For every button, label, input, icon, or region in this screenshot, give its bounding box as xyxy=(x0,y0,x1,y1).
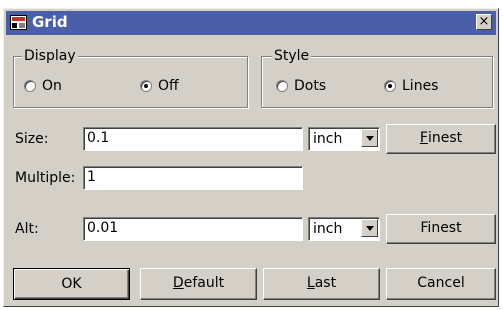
style-legend: Style xyxy=(272,47,312,65)
radio-circle-icon xyxy=(276,80,288,92)
display-off-label: Off xyxy=(158,78,179,94)
display-on-label: On xyxy=(42,78,62,94)
radio-circle-checked-icon xyxy=(140,80,152,92)
size-finest-rest: inest xyxy=(427,130,463,146)
size-finest-button[interactable]: Finest xyxy=(386,124,496,154)
size-finest-mnemonic: F xyxy=(419,130,428,146)
style-dots-radio[interactable]: Dots xyxy=(276,77,326,95)
grid-app-icon xyxy=(10,15,27,30)
last-button[interactable]: Last xyxy=(263,268,380,300)
default-rest: efault xyxy=(183,275,225,291)
title-bar[interactable]: Grid × xyxy=(6,11,496,35)
display-off-radio[interactable]: Off xyxy=(140,77,179,95)
last-rest: ast xyxy=(314,275,337,291)
default-button[interactable]: Default xyxy=(140,268,257,300)
alt-label: Alt: xyxy=(15,221,39,237)
dropdown-arrow-icon[interactable] xyxy=(361,129,378,147)
close-icon[interactable]: × xyxy=(476,14,492,30)
style-lines-radio[interactable]: Lines xyxy=(384,77,438,95)
alt-unit-value: inch xyxy=(313,221,343,237)
multiple-input[interactable]: 1 xyxy=(83,166,303,190)
display-on-radio[interactable]: On xyxy=(24,77,62,95)
alt-finest-button[interactable]: Finest xyxy=(386,214,496,244)
display-legend: Display xyxy=(22,47,78,65)
ok-button[interactable]: OK xyxy=(13,268,130,300)
default-mnemonic: D xyxy=(172,275,184,291)
size-unit-select[interactable]: inch xyxy=(308,127,380,151)
style-group: Style Dots Lines xyxy=(261,47,493,108)
grid-dialog: Grid × Display On Off Style Dots Lines S… xyxy=(3,8,499,307)
last-mnemonic: L xyxy=(306,275,315,291)
multiple-label: Multiple: xyxy=(15,170,76,186)
dialog-title: Grid xyxy=(32,13,68,31)
cancel-button[interactable]: Cancel xyxy=(386,268,496,300)
style-lines-label: Lines xyxy=(402,78,439,94)
size-input[interactable]: 0.1 xyxy=(83,127,303,151)
alt-input[interactable]: 0.01 xyxy=(83,217,303,241)
alt-unit-select[interactable]: inch xyxy=(308,217,380,241)
dropdown-arrow-icon[interactable] xyxy=(361,219,378,237)
size-label: Size: xyxy=(15,131,49,147)
radio-circle-checked-icon xyxy=(384,80,396,92)
size-unit-value: inch xyxy=(313,131,343,147)
radio-circle-icon xyxy=(24,80,36,92)
style-dots-label: Dots xyxy=(294,78,327,94)
display-group: Display On Off xyxy=(13,47,248,108)
